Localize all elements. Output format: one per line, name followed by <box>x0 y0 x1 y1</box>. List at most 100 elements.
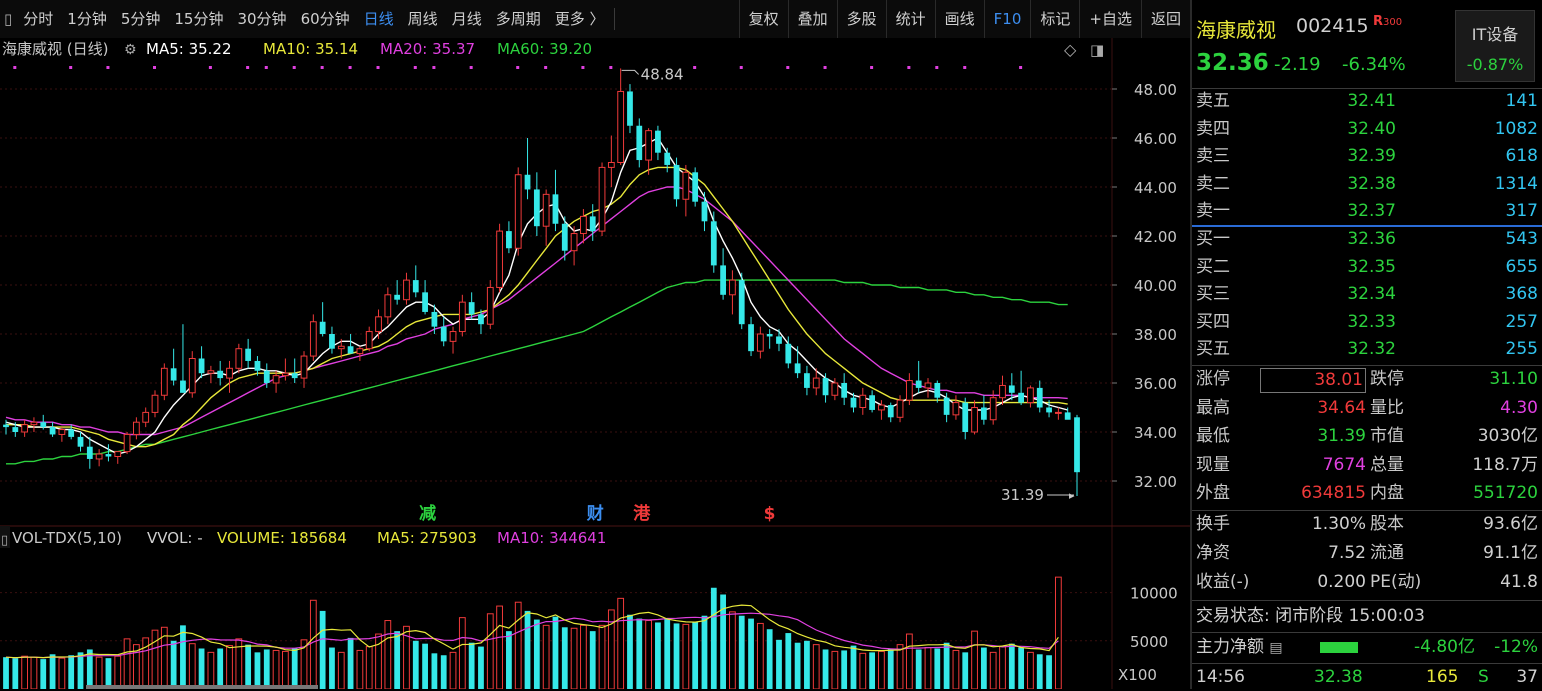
tab-period-2[interactable]: 5分钟 <box>114 0 168 38</box>
candle-body <box>943 397 950 415</box>
fund-label: 净资 <box>1196 543 1230 563</box>
volume-bar <box>989 651 997 689</box>
panel-toggle-icon: ▯ <box>1 533 8 548</box>
fund-label: 流通 <box>1370 543 1404 563</box>
volume-bar <box>1018 647 1025 689</box>
badge-index: 300 <box>1383 17 1403 28</box>
trade-status: 交易状态: 闭市阶段 15:00:03 <box>1196 603 1425 630</box>
candle-body <box>300 355 308 379</box>
tab-period-10[interactable]: 更多 〉 <box>548 0 612 38</box>
tab-period-0[interactable]: 分时 <box>16 0 60 38</box>
legend-name: MA20 <box>380 40 422 58</box>
tab-period-7[interactable]: 周线 <box>401 0 445 38</box>
volume-bar <box>319 610 326 689</box>
event-marker: $ <box>764 504 776 524</box>
candle-body <box>506 231 512 249</box>
volume-bar <box>217 648 224 689</box>
toolbar-button-2[interactable]: 多股 <box>836 0 886 38</box>
candle-body <box>934 383 941 398</box>
toolbar-button-3[interactable]: 统计 <box>885 0 935 38</box>
toolbar-button-6[interactable]: 标记 <box>1030 0 1079 38</box>
sector-box[interactable]: IT设备 -0.87% <box>1455 10 1535 82</box>
candle-body <box>217 370 224 379</box>
tab-period-1[interactable]: 1分钟 <box>60 0 114 38</box>
volume-bar <box>971 630 978 689</box>
candle-body <box>645 130 652 161</box>
tab-period-9[interactable]: 多周期 <box>489 0 548 38</box>
volume-bar <box>682 623 690 689</box>
volume-bar <box>570 627 578 689</box>
event-dot <box>208 66 212 69</box>
volume-bar <box>95 656 103 689</box>
stat-row: 最低 31.39 市值 3030亿 <box>1196 423 1542 450</box>
bid-row[interactable]: 买三 32.34 368 <box>1196 281 1542 308</box>
tab-period-6[interactable]: 日线 <box>357 0 401 38</box>
legend-value: 35.22 <box>189 40 232 58</box>
fund-label: 换手 <box>1196 514 1230 534</box>
volume-bar <box>924 647 932 689</box>
bid-row[interactable]: 买二 32.35 655 <box>1196 254 1542 281</box>
legend-value: 35.14 <box>315 40 358 58</box>
volume-bar <box>999 646 1006 689</box>
legend-colon: : <box>539 40 549 58</box>
volume-bar <box>329 647 335 689</box>
ask-row[interactable]: 卖一 32.37 317 <box>1196 198 1542 225</box>
candle-body <box>1027 387 1034 404</box>
toolbar-button-4[interactable]: 画线 <box>934 0 984 38</box>
bid-row[interactable]: 买一 32.36 543 <box>1196 226 1542 253</box>
toolbar-button-0[interactable]: 复权 <box>738 0 788 38</box>
chart-background <box>0 38 1190 689</box>
toolbar-buttons: 复权 叠加 多股 统计 画线 F10 标记 +自选 返回 <box>738 0 1190 38</box>
ask-row[interactable]: 卖二 32.38 1314 <box>1196 171 1542 198</box>
volume-bar <box>869 652 876 689</box>
ask-row[interactable]: 卖三 32.39 618 <box>1196 143 1542 170</box>
candle-body <box>1074 417 1080 473</box>
candle-body <box>21 424 29 433</box>
tab-period-8[interactable]: 月线 <box>445 0 489 38</box>
toolbar-button-8[interactable]: 返回 <box>1140 0 1190 38</box>
stat-label: 涨停 <box>1196 369 1230 389</box>
toolbar-button-5[interactable]: F10 <box>983 0 1031 38</box>
candle-body <box>180 380 186 393</box>
ask-row[interactable]: 卖五 32.41 141 <box>1196 88 1542 115</box>
candle-body <box>887 405 894 418</box>
panel-toggle-icon[interactable]: ▯ <box>0 0 16 38</box>
event-dot <box>153 66 157 69</box>
event-dot <box>907 66 911 69</box>
level-label: 卖四 <box>1196 118 1230 139</box>
tab-period-3[interactable]: 15分钟 <box>167 0 230 38</box>
volume-bar <box>552 616 559 689</box>
fund-label: 股本 <box>1370 514 1404 534</box>
stat-label: 现量 <box>1196 454 1230 475</box>
y-tick-label: 44.00 <box>1134 179 1177 197</box>
margin-badge: R300 <box>1373 14 1402 29</box>
toolbar-button-7[interactable]: +自选 <box>1079 0 1141 38</box>
kline-chart[interactable]: 48.00 46.00 44.00 42.00 40.00 38.00 36.00 34.00… <box>0 38 1190 689</box>
stat-value: 31.10 <box>1489 369 1538 389</box>
y-tick-label: 40.00 <box>1134 277 1177 295</box>
volume-bar <box>412 640 419 689</box>
volume-bar <box>198 648 205 689</box>
stat-value: 4.30 <box>1500 397 1538 418</box>
candle-body <box>822 378 829 396</box>
tab-period-5[interactable]: 60分钟 <box>294 0 357 38</box>
candle-body <box>3 424 9 428</box>
tick-price: 32.38 <box>1314 667 1363 687</box>
candle-body <box>561 223 568 251</box>
volume-bar <box>478 646 484 689</box>
vol-title: VOL-TDX(5,10) <box>12 529 122 547</box>
volume-bar <box>254 652 261 689</box>
toolbar-button-1[interactable]: 叠加 <box>787 0 837 38</box>
candle-body <box>77 436 84 447</box>
horizontal-scrollbar[interactable] <box>86 685 318 689</box>
event-dot <box>413 66 417 69</box>
tab-period-4[interactable]: 30分钟 <box>230 0 293 38</box>
toolbar: ▯ 分时 1分钟 5分钟 15分钟 30分钟 60分钟 日线 周线 月线 多周期 更多 〉 复权 叠加… <box>0 0 1190 39</box>
candle-body <box>384 294 392 318</box>
bid-row[interactable]: 买四 32.33 257 <box>1196 309 1542 336</box>
bid-row[interactable]: 买五 32.32 255 <box>1196 336 1542 363</box>
level-price: 32.32 <box>1347 339 1396 359</box>
ask-row[interactable]: 卖四 32.40 1082 <box>1196 116 1542 143</box>
main-flow-label[interactable]: 主力净额 ▤ <box>1196 634 1283 662</box>
candle-body <box>804 373 810 388</box>
